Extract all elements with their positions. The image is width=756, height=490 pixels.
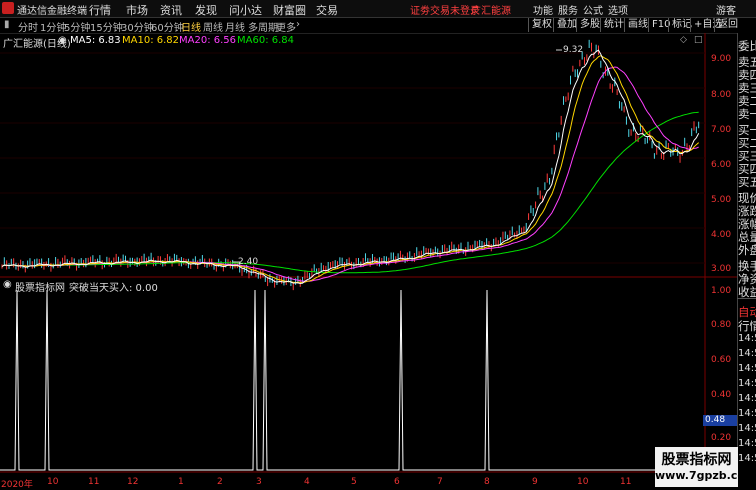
rp-divider bbox=[737, 298, 756, 299]
time-tick: 7 bbox=[437, 477, 443, 487]
time-tick: 6 bbox=[394, 477, 400, 487]
tick-time: 14:56 bbox=[738, 333, 756, 344]
time-tick: 3 bbox=[256, 477, 262, 487]
rp-label: 卖一 bbox=[738, 107, 756, 121]
indicator-spike-line bbox=[0, 289, 700, 471]
tick-time: 14:56 bbox=[738, 453, 756, 464]
tick-time: 14:56 bbox=[738, 393, 756, 404]
time-tick: 9 bbox=[532, 477, 538, 487]
ma5-line bbox=[1, 49, 700, 285]
candlesticks bbox=[1, 39, 700, 291]
tick-time: 14:56 bbox=[738, 363, 756, 374]
tick-time: 14:56 bbox=[738, 408, 756, 419]
watermark-title: 股票指标网 bbox=[661, 452, 732, 468]
indicator-tick: 0.80 bbox=[711, 320, 732, 330]
rp-label: 外盘 bbox=[738, 243, 756, 257]
rp-section-label: 行情 bbox=[738, 319, 756, 333]
time-tick: 2020年 bbox=[1, 480, 33, 490]
price-tick: 8.00 bbox=[711, 90, 732, 100]
watermark: 股票指标网 www.7gpzb.com bbox=[655, 447, 756, 487]
time-tick: 10 bbox=[47, 477, 59, 487]
ma10-line bbox=[1, 55, 700, 284]
tick-time: 14:56 bbox=[738, 378, 756, 389]
time-tick: 11 bbox=[620, 477, 632, 487]
time-tick: 4 bbox=[304, 477, 310, 487]
price-tick: 5.00 bbox=[711, 195, 732, 205]
time-tick: 11 bbox=[88, 477, 100, 487]
price-tick: 9.00 bbox=[711, 54, 732, 64]
low-price-label: 2.40 bbox=[238, 257, 259, 267]
time-tick: 12 bbox=[127, 477, 139, 487]
high-price-label: 9.32 bbox=[563, 45, 584, 55]
indicator-tick: 0.40 bbox=[711, 390, 732, 400]
time-tick: 2 bbox=[217, 477, 223, 487]
kline-chart[interactable] bbox=[0, 0, 737, 487]
indicator-name: 股票指标网 bbox=[15, 283, 65, 294]
indicator-tick: 0.20 bbox=[711, 433, 732, 443]
indicator-cursor-value: 0.48 bbox=[703, 415, 737, 426]
price-tick: 3.00 bbox=[711, 264, 732, 274]
ma20-line bbox=[1, 66, 699, 282]
tick-time: 14:56 bbox=[738, 348, 756, 359]
watermark-url: www.7gpzb.com bbox=[655, 469, 756, 482]
rp-label: 委比 bbox=[738, 39, 756, 53]
tick-time: 14:56 bbox=[738, 438, 756, 449]
time-tick: 1 bbox=[178, 477, 184, 487]
time-tick: 8 bbox=[484, 477, 490, 487]
indicator-collapse-icon[interactable]: ◉ bbox=[3, 279, 12, 290]
indicator-tick: 0.60 bbox=[711, 355, 732, 365]
tick-time: 14:56 bbox=[738, 423, 756, 434]
price-gridlines bbox=[0, 52, 705, 264]
price-tick: 4.00 bbox=[711, 230, 732, 240]
time-tick: 10 bbox=[577, 477, 589, 487]
price-tick: 6.00 bbox=[711, 160, 732, 170]
time-tick: 5 bbox=[351, 477, 357, 487]
price-tick: 7.00 bbox=[711, 125, 732, 135]
indicator-value: 突破当天买入: 0.00 bbox=[69, 283, 158, 294]
rp-label: 买五 bbox=[738, 175, 756, 189]
indicator-tick: 1.00 bbox=[711, 286, 732, 296]
